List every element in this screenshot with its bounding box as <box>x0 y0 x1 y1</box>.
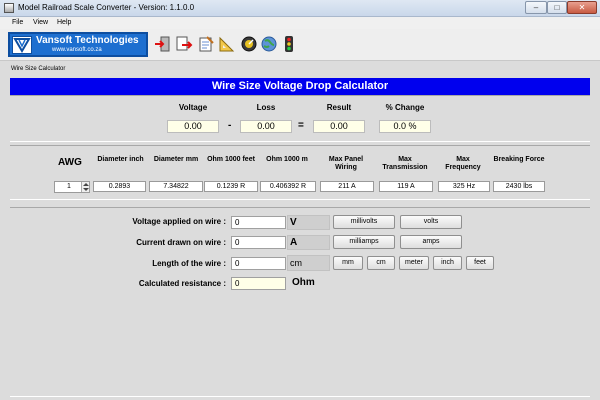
current-field-label: Current drawn on wire : <box>136 238 226 247</box>
voltage-label: Voltage <box>178 103 208 112</box>
menu-view[interactable]: View <box>33 19 48 26</box>
drop-result-group <box>10 95 590 142</box>
title-bar: Model Railroad Scale Converter - Version… <box>0 0 600 17</box>
column-header: Max Panel Wiring <box>328 156 364 171</box>
column-header: Ohm 1000 feet <box>207 156 255 163</box>
minus-sign: - <box>228 120 232 131</box>
max-transmission-value: 119 A <box>379 181 433 192</box>
meter-button[interactable]: meter <box>399 256 429 270</box>
volts-button[interactable]: volts <box>400 215 462 229</box>
loss-label: Loss <box>256 103 276 112</box>
spinner-down-icon[interactable] <box>83 188 89 191</box>
spinner-buttons <box>81 182 89 192</box>
traffic-light-icon[interactable] <box>280 35 298 53</box>
diameter-mm-value: 7.34822 <box>149 181 203 192</box>
voltage-unit: V <box>287 215 330 230</box>
logo-name: Vansoft Technologies <box>36 35 139 46</box>
ohm-1000-feet-value: 0.1239 R <box>204 181 258 192</box>
awg-label: AWG <box>58 157 82 168</box>
mm-button[interactable]: mm <box>333 256 363 270</box>
current-unit: A <box>287 235 330 250</box>
voltage-input[interactable]: 0 <box>231 216 286 229</box>
column-header: Max Frequency <box>445 156 481 171</box>
diameter-inch-value: 0.2893 <box>93 181 146 192</box>
length-field-label: Length of the wire : <box>152 259 226 268</box>
change-value: 0.0 % <box>379 120 431 133</box>
voltage-field-label: Voltage applied on wire : <box>132 217 226 226</box>
notepad-icon[interactable] <box>197 35 215 53</box>
awg-spinner[interactable]: 1 <box>54 181 90 193</box>
milliamps-button[interactable]: milliamps <box>333 235 395 249</box>
result-label: Result <box>326 103 352 112</box>
menu-bar: File View Help <box>0 17 600 29</box>
inch-button[interactable]: inch <box>433 256 462 270</box>
globe-icon[interactable] <box>260 35 278 53</box>
minimize-button[interactable]: – <box>525 1 547 14</box>
menu-help[interactable]: Help <box>57 19 71 26</box>
window-title: Model Railroad Scale Converter - Version… <box>18 3 195 12</box>
toolbar: Vansoft Technologies www.vansoft.co.za <box>0 29 600 61</box>
breaking-force-value: 2430 lbs <box>493 181 545 192</box>
page-title: Wire Size Voltage Drop Calculator <box>10 78 590 95</box>
resistance-field-label: Calculated resistance : <box>138 279 226 288</box>
column-header: Ohm 1000 m <box>266 156 308 163</box>
vansoft-logo: Vansoft Technologies www.vansoft.co.za <box>8 32 148 57</box>
column-header: Diameter mm <box>153 156 199 163</box>
max-frequency-value: 325 Hz <box>438 181 490 192</box>
result-value: 0.00 <box>313 120 365 133</box>
gauge-icon[interactable] <box>240 35 258 53</box>
length-unit: cm <box>287 255 330 271</box>
loss-value: 0.00 <box>240 120 292 133</box>
export-icon[interactable] <box>175 35 193 53</box>
spinner-up-icon[interactable] <box>83 183 89 186</box>
current-input[interactable]: 0 <box>231 236 286 249</box>
ohm-1000-m-value: 0.406392 R <box>260 181 316 192</box>
length-input[interactable]: 0 <box>231 257 286 270</box>
logo-url: www.vansoft.co.za <box>52 47 102 53</box>
close-button[interactable]: ✕ <box>567 1 597 14</box>
column-header: Diameter inch <box>97 156 144 163</box>
millivolts-button[interactable]: millivolts <box>333 215 395 229</box>
resistance-unit: Ohm <box>292 277 315 288</box>
maximize-button[interactable]: □ <box>547 1 567 14</box>
exit-icon[interactable] <box>153 35 171 53</box>
logo-mark-icon <box>12 36 32 54</box>
equals-sign: = <box>298 120 304 131</box>
awg-value: 1 <box>67 183 71 190</box>
app-icon <box>4 3 14 13</box>
voltage-value: 0.00 <box>167 120 219 133</box>
cm-button[interactable]: cm <box>367 256 395 270</box>
change-label: % Change <box>385 103 425 112</box>
column-header: Breaking Force <box>493 156 545 163</box>
resistance-output: 0 <box>231 277 286 290</box>
feet-button[interactable]: feet <box>466 256 494 270</box>
section-label: Wire Size Calculator <box>11 66 66 72</box>
column-header: Max Transmission <box>382 156 428 171</box>
menu-file[interactable]: File <box>12 19 23 26</box>
set-square-icon[interactable] <box>218 35 236 53</box>
max-panel-wiring-value: 211 A <box>320 181 374 192</box>
amps-button[interactable]: amps <box>400 235 462 249</box>
